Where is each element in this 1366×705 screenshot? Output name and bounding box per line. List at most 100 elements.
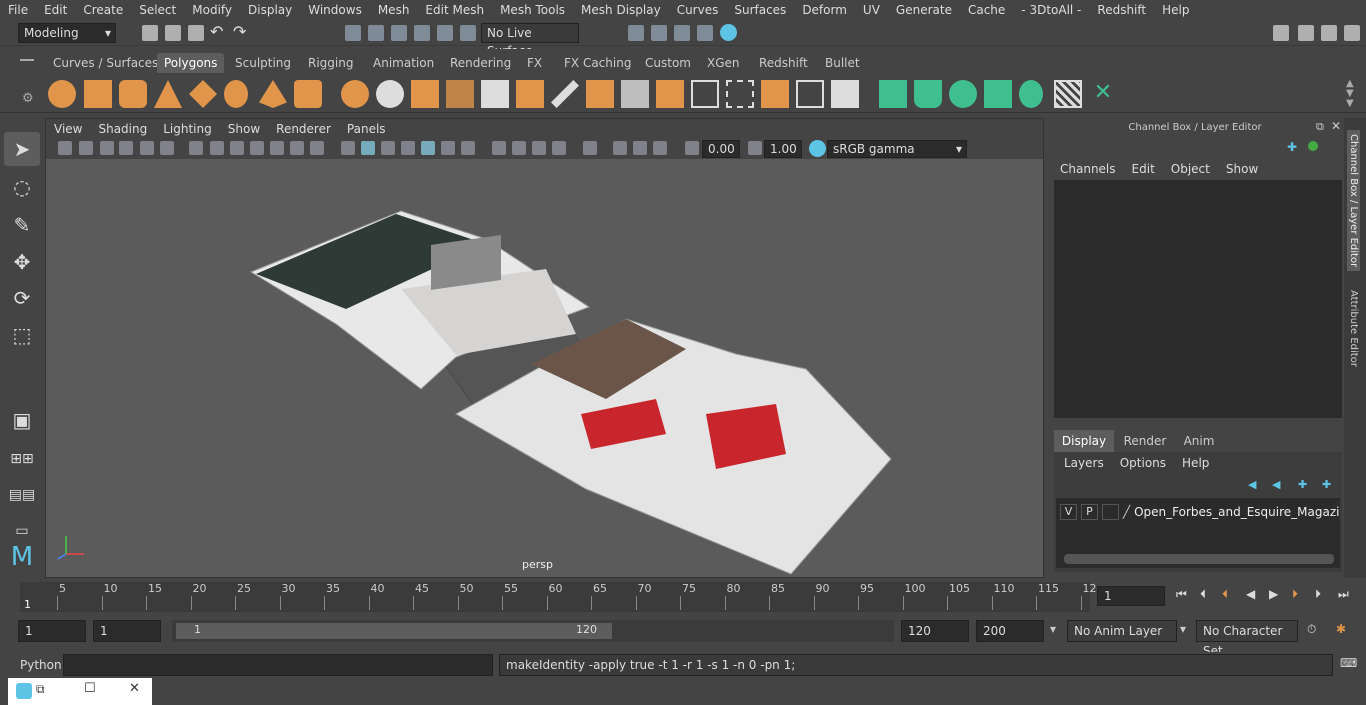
- tab-redshift[interactable]: Redshift: [752, 53, 815, 73]
- menu-file[interactable]: File: [0, 3, 36, 17]
- tab-animation[interactable]: Animation: [366, 53, 441, 73]
- snap-surface-icon[interactable]: [437, 25, 453, 41]
- move-layer-up-icon[interactable]: ◀: [1248, 478, 1256, 491]
- animation-end-field[interactable]: 200: [976, 620, 1044, 642]
- visibility-icon[interactable]: [1308, 141, 1318, 151]
- uv-editor-icon[interactable]: ✕: [1089, 80, 1117, 108]
- live-surface-field[interactable]: No Live Surface: [481, 23, 579, 58]
- isolate-select-icon[interactable]: [583, 141, 597, 155]
- menu-edit[interactable]: Edit: [36, 3, 75, 17]
- new-layer-icon[interactable]: ✚: [1298, 478, 1307, 491]
- mirror-icon[interactable]: [411, 80, 439, 108]
- use-lights-icon[interactable]: [441, 141, 455, 155]
- safe-action-icon[interactable]: [290, 141, 304, 155]
- poly-sphere-icon[interactable]: [48, 80, 76, 108]
- layer-visibility-toggle[interactable]: V: [1060, 504, 1077, 520]
- offset-edge-loop-icon[interactable]: [726, 80, 754, 108]
- panel-menu-renderer[interactable]: Renderer: [268, 122, 339, 136]
- gamma-icon[interactable]: [748, 141, 762, 155]
- render-settings-icon[interactable]: [697, 25, 713, 41]
- ipr-render-icon[interactable]: [674, 25, 690, 41]
- tab-custom[interactable]: Custom: [638, 53, 698, 73]
- range-slider-track[interactable]: 1 120: [172, 620, 894, 642]
- bevel-icon[interactable]: [656, 80, 684, 108]
- close-icon[interactable]: ✕: [129, 681, 140, 696]
- move-layer-down-icon[interactable]: ◀: [1272, 478, 1280, 491]
- select-tool-icon[interactable]: ➤: [4, 132, 40, 166]
- float-panel-icon[interactable]: ⧉: [1316, 120, 1324, 134]
- wireframe-icon[interactable]: [341, 141, 355, 155]
- camera-attributes-icon[interactable]: [79, 141, 93, 155]
- menu-uv[interactable]: UV: [855, 3, 888, 17]
- default-material-icon[interactable]: [381, 141, 395, 155]
- panel-menu-shading[interactable]: Shading: [90, 122, 155, 136]
- render-view-icon[interactable]: [628, 25, 644, 41]
- poly-cylinder-icon[interactable]: [119, 80, 147, 108]
- menu-modify[interactable]: Modify: [184, 3, 240, 17]
- snap-curve-icon[interactable]: [368, 25, 384, 41]
- tab-xgen[interactable]: XGen: [700, 53, 747, 73]
- channel-box-toggle-icon[interactable]: [1344, 25, 1360, 41]
- show-menu[interactable]: Show: [1226, 162, 1258, 176]
- gamma-field[interactable]: 1.00: [764, 140, 802, 158]
- panel-menu-view[interactable]: View: [46, 122, 90, 136]
- menu-create[interactable]: Create: [75, 3, 131, 17]
- play-forwards-icon[interactable]: ▶: [1269, 587, 1278, 601]
- snap-grid-icon[interactable]: [345, 25, 361, 41]
- checker-map-icon[interactable]: [1054, 80, 1082, 108]
- anti-aliasing-icon[interactable]: [532, 141, 546, 155]
- shadows-icon[interactable]: [461, 141, 475, 155]
- range-slider-bar[interactable]: 1 120: [176, 623, 612, 639]
- poly-plane-icon[interactable]: [189, 80, 217, 108]
- tab-fx[interactable]: FX: [520, 53, 549, 73]
- spherical-mapping-icon[interactable]: [949, 80, 977, 108]
- tab-render-layers[interactable]: Render: [1120, 430, 1170, 452]
- animation-start-field[interactable]: 1: [18, 620, 86, 642]
- layer-name[interactable]: Open_Forbes_and_Esquire_Magazine: [1134, 505, 1340, 519]
- axis-icon[interactable]: ✚: [1287, 140, 1297, 154]
- automatic-mapping-icon[interactable]: [984, 80, 1012, 108]
- grease-pencil-icon[interactable]: [160, 141, 174, 155]
- help-menu[interactable]: Help: [1182, 456, 1209, 470]
- layer-horizontal-scrollbar[interactable]: [1064, 554, 1334, 564]
- menu-mesh-display[interactable]: Mesh Display: [573, 3, 669, 17]
- chevron-down-icon[interactable]: ▾: [1180, 622, 1186, 636]
- channel-list[interactable]: [1054, 180, 1342, 418]
- move-tool-icon[interactable]: ✥: [4, 245, 40, 279]
- separate-icon[interactable]: [376, 80, 404, 108]
- wireframe-on-shaded-icon[interactable]: [401, 141, 415, 155]
- panel-menu-panels[interactable]: Panels: [339, 122, 394, 136]
- multi-cut-icon[interactable]: [551, 80, 579, 108]
- four-view-layout-icon[interactable]: ⊞⊞: [4, 442, 40, 476]
- tab-bullet[interactable]: Bullet: [818, 53, 867, 73]
- object-menu[interactable]: Object: [1171, 162, 1210, 176]
- menu-generate[interactable]: Generate: [888, 3, 960, 17]
- panel-menu-show[interactable]: Show: [220, 122, 268, 136]
- channels-menu[interactable]: Channels: [1060, 162, 1116, 176]
- panel-menu-lighting[interactable]: Lighting: [155, 122, 220, 136]
- anim-layer-dropdown[interactable]: No Anim Layer: [1067, 620, 1177, 642]
- xray-icon[interactable]: [613, 141, 627, 155]
- shelf-menu-icon[interactable]: [20, 59, 34, 61]
- menu-redshift[interactable]: Redshift: [1089, 3, 1154, 17]
- playback-start-field[interactable]: 1: [93, 620, 161, 642]
- combine-icon[interactable]: [341, 80, 369, 108]
- xray-joints-icon[interactable]: [653, 141, 667, 155]
- menu-mesh[interactable]: Mesh: [370, 3, 418, 17]
- layer-color-icon[interactable]: ╱: [1123, 505, 1130, 519]
- poly-cube-icon[interactable]: [84, 80, 112, 108]
- gate-mask-icon[interactable]: [250, 141, 264, 155]
- xray-active-icon[interactable]: [633, 141, 647, 155]
- film-gate-icon[interactable]: [210, 141, 224, 155]
- script-language-label[interactable]: Python: [20, 658, 62, 672]
- workspace-icon[interactable]: [1273, 25, 1289, 41]
- layer-playback-toggle[interactable]: P: [1080, 504, 1098, 520]
- menu-mesh-tools[interactable]: Mesh Tools: [492, 3, 573, 17]
- step-back-key-icon[interactable]: ⏴: [1200, 587, 1206, 602]
- snap-point-icon[interactable]: [391, 25, 407, 41]
- restore-icon[interactable]: ⧉: [36, 682, 45, 697]
- redo-icon[interactable]: ↷: [233, 22, 246, 41]
- scale-tool-icon[interactable]: ⬚: [4, 318, 40, 352]
- fill-hole-icon[interactable]: [831, 80, 859, 108]
- step-forward-key-icon[interactable]: ⏵: [1315, 587, 1321, 602]
